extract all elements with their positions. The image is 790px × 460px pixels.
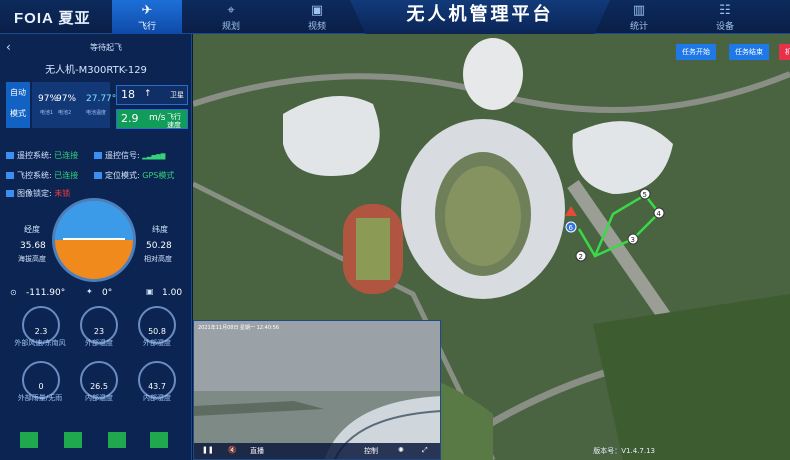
speed-box: 2.9 m/s 飞行速度 <box>116 109 188 129</box>
rc-system: 遥控系统: 已连接 <box>6 150 78 161</box>
task-end-button[interactable]: 任务结束 <box>729 44 769 60</box>
ptz-control-label[interactable]: 控制 <box>364 446 378 456</box>
pitch-icon: ✦ <box>86 287 93 296</box>
fullscreen-icon[interactable]: ⤢ <box>422 446 428 455</box>
drone-name: 无人机-M300RTK-129 <box>45 65 147 76</box>
arrow-up-icon: ↑ <box>144 89 152 99</box>
more-button[interactable]: 机 <box>779 44 790 60</box>
positioning-mode: 定位模式: GPS模式 <box>94 170 174 181</box>
zoom-value: 1.00 <box>162 288 183 298</box>
battery-panel: 97% 97% 电池1 电池2 <box>32 82 110 128</box>
version-label: 版本号：V1.4.7.13 <box>593 447 655 455</box>
settings-icon[interactable]: ✺ <box>398 446 404 454</box>
svg-text:3: 3 <box>631 236 635 244</box>
battery-temp-label: 电池温度 <box>86 110 107 116</box>
title-banner: 无人机管理平台 <box>350 0 610 34</box>
live-label[interactable]: 直播 <box>250 446 264 456</box>
svg-text:6: 6 <box>569 224 574 232</box>
battery-cell-icon <box>64 432 82 448</box>
lock-icon <box>6 190 14 197</box>
stats-icon: ▥ <box>632 3 646 18</box>
waypoint-2: 2 <box>575 250 587 262</box>
top-bar: FOIA 夏亚 ✈ 飞行 ⌖ 规划 ▣ 视频 无人机管理平台 ▥ 统计 ☷ 设备 <box>0 0 790 34</box>
signal-icon <box>94 152 102 159</box>
video-window[interactable]: 2021年11月08日 星期一 12:40:56 ❚❚ 🔇 直播 控制 ✺ ⤢ <box>193 320 441 460</box>
tab-stats[interactable]: ▥ 统计 <box>604 0 674 34</box>
logo: FOIA 夏亚 <box>14 10 91 27</box>
battery-cell-icon <box>108 432 126 448</box>
waypoint-4: 4 <box>653 207 665 219</box>
tab-plan[interactable]: ⌖ 规划 <box>196 0 266 34</box>
fc-system: 飞控系统: 已连接 <box>6 170 78 181</box>
mode-badge: 自动 模式 <box>6 82 30 128</box>
zoom-icon: ▣ <box>146 287 154 296</box>
image-lock: 图像锁定: 未锁 <box>6 188 70 199</box>
rc-signal: 遥控信号: ▂▃▅▆▇ <box>94 150 165 161</box>
remote-icon <box>6 152 14 159</box>
video-feed <box>194 321 440 459</box>
mute-icon[interactable]: 🔇 <box>228 446 237 454</box>
waypoint-5: 5 <box>639 188 651 200</box>
svg-text:2: 2 <box>579 253 583 261</box>
battery2-value: 97% <box>56 94 77 104</box>
yaw-icon: ⊙ <box>10 288 17 297</box>
attitude-indicator <box>52 198 136 282</box>
svg-text:4: 4 <box>657 210 662 218</box>
video-controls: ❚❚ 🔇 直播 控制 ✺ ⤢ <box>194 443 440 459</box>
gps-icon <box>94 172 102 179</box>
task-start-button[interactable]: 任务开始 <box>676 44 716 60</box>
yaw-value: -111.90° <box>26 288 66 298</box>
left-panel: ‹ 等待起飞 无人机-M300RTK-129 自动 模式 97% 97% 电池1… <box>0 34 192 460</box>
video-icon: ▣ <box>310 3 324 18</box>
plane-icon: ✈ <box>141 3 153 18</box>
battery-cell-icon <box>150 432 168 448</box>
waypoint-6: 6 <box>565 221 577 233</box>
video-timestamp: 2021年11月08日 星期一 12:40:56 <box>198 325 280 331</box>
plan-icon: ⌖ <box>227 3 235 18</box>
svg-text:5: 5 <box>643 191 647 199</box>
battery1-value: 97% <box>38 94 59 104</box>
tab-video[interactable]: ▣ 视频 <box>282 0 352 34</box>
pause-icon[interactable]: ❚❚ <box>202 446 214 454</box>
battery-cell-icon <box>20 432 38 448</box>
pitch-value: 0° <box>102 288 113 298</box>
tab-device[interactable]: ☷ 设备 <box>690 0 760 34</box>
waypoint-3: 3 <box>627 233 639 245</box>
flight-control-icon <box>6 172 14 179</box>
satellite-box: 18 ↑ 卫星 <box>116 85 188 105</box>
page-title: 无人机管理平台 <box>406 4 554 25</box>
tab-flight[interactable]: ✈ 飞行 <box>112 0 182 34</box>
flight-status: 等待起飞 <box>90 43 122 52</box>
device-icon: ☷ <box>719 3 731 18</box>
